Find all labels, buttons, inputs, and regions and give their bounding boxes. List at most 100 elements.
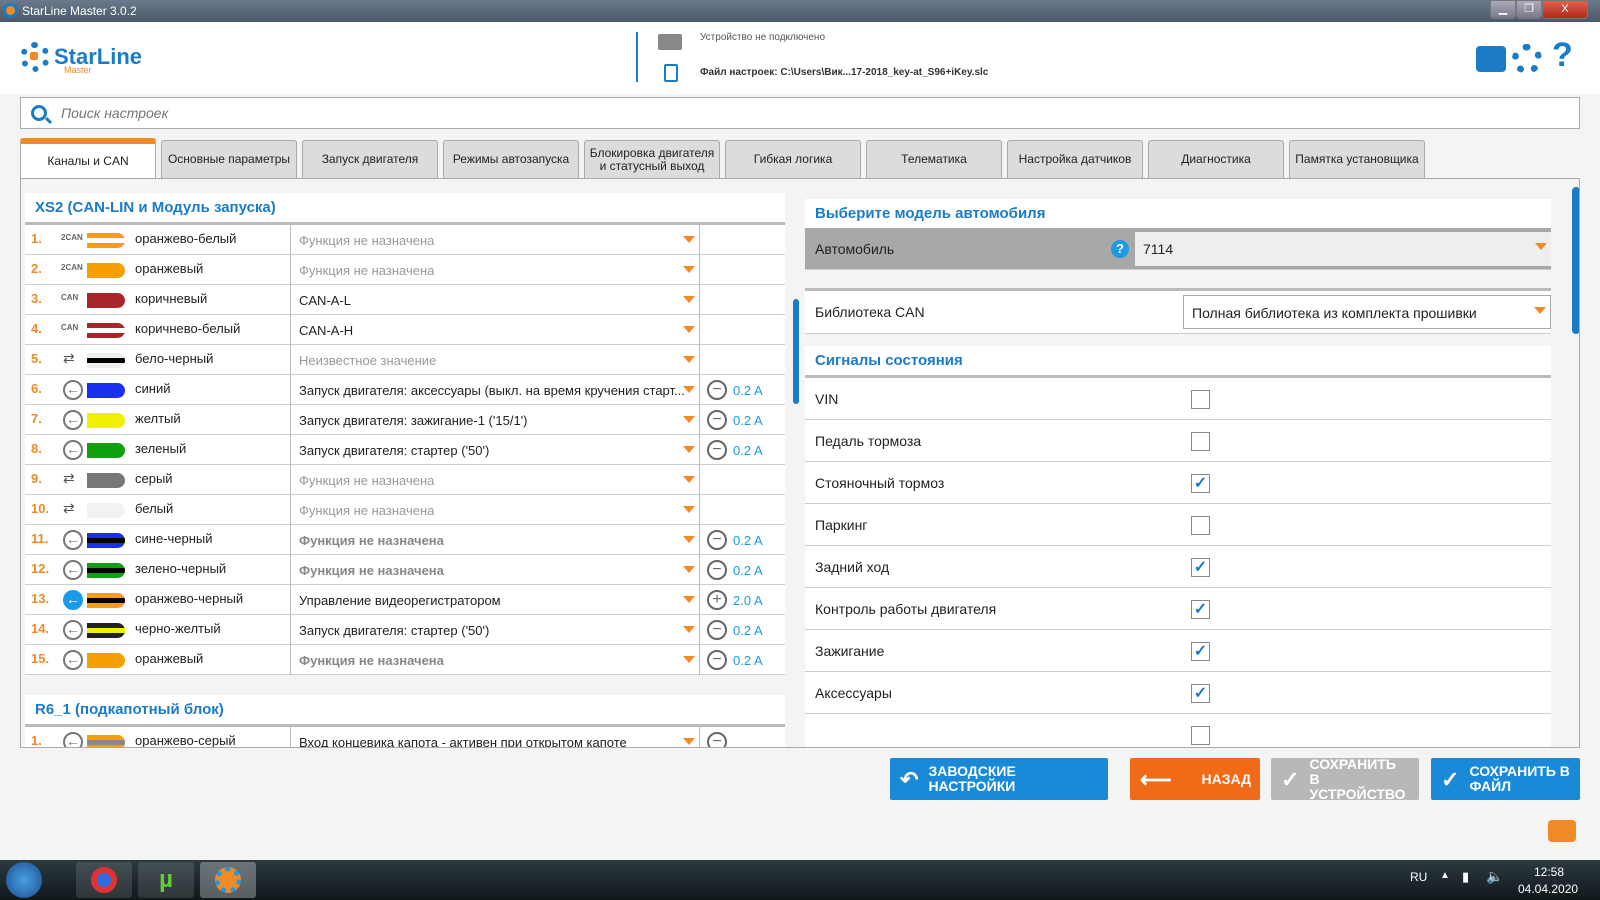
tray-expand-icon[interactable]: ▲	[1440, 870, 1450, 881]
search-input[interactable]	[61, 105, 1461, 121]
output-direction-icon[interactable]: ←	[63, 440, 83, 460]
logo-subtext: Master	[64, 65, 92, 75]
function-select[interactable]: Запуск двигателя: стартер ('50')	[290, 435, 700, 465]
output-direction-icon[interactable]: ←	[63, 620, 83, 640]
wire-stripe	[87, 740, 125, 745]
wire-name: желтый	[135, 411, 181, 426]
tab-7[interactable]: Телематика	[866, 140, 1002, 178]
row-number: 3.	[31, 291, 42, 306]
start-button[interactable]	[6, 862, 42, 898]
plus-circle-icon[interactable]: +	[707, 590, 727, 610]
minus-circle-icon[interactable]: −	[707, 410, 727, 430]
back-button[interactable]: ⟵ НАЗАД	[1130, 758, 1260, 800]
current-control[interactable]: −0.2 A	[707, 560, 763, 580]
signal-checkbox[interactable]: ✓	[1191, 474, 1210, 493]
current-control[interactable]: −0.2 A	[707, 380, 763, 400]
close-button[interactable]: X	[1542, 0, 1588, 19]
current-control[interactable]: +2.0 A	[707, 590, 763, 610]
current-control[interactable]: −0.2 A	[707, 440, 763, 460]
output-direction-icon[interactable]: ←	[63, 732, 83, 747]
gear-icon[interactable]	[1512, 44, 1542, 74]
current-control[interactable]: −0.2 A	[707, 650, 763, 670]
minus-circle-icon[interactable]: −	[707, 380, 727, 400]
function-select[interactable]: Функция не назначена	[290, 555, 700, 585]
function-select[interactable]: Функция не назначена	[290, 495, 700, 525]
right-scrollbar[interactable]	[1572, 187, 1579, 334]
function-select[interactable]: Управление видеорегистратором	[290, 585, 700, 615]
can-library-select[interactable]: Полная библиотека из комплекта прошивки	[1183, 295, 1551, 329]
function-select[interactable]: Функция не назначена	[290, 225, 700, 255]
signal-checkbox[interactable]: ✓	[1191, 600, 1210, 619]
chrome-taskbar-button[interactable]	[76, 862, 132, 898]
function-select[interactable]: Функция не назначена	[290, 525, 700, 555]
minus-circle-icon[interactable]: −	[707, 620, 727, 640]
minus-circle-icon[interactable]: −	[707, 530, 727, 550]
minus-circle-icon[interactable]: −	[707, 560, 727, 580]
minus-circle-icon[interactable]: −	[707, 440, 727, 460]
language-indicator[interactable]: RU	[1410, 870, 1427, 884]
maximize-button[interactable]: ❐	[1516, 0, 1542, 19]
save-to-file-button[interactable]: ✓ СОХРАНИТЬ В ФАЙЛ	[1431, 758, 1580, 800]
output-direction-icon[interactable]: ←	[63, 590, 83, 610]
tab-8[interactable]: Настройка датчиков	[1007, 140, 1143, 178]
signal-checkbox[interactable]: ✓	[1191, 642, 1210, 661]
minimize-button[interactable]: ▁	[1490, 0, 1516, 19]
tab-9[interactable]: Диагностика	[1148, 140, 1284, 178]
factory-settings-button[interactable]: ↶ ЗАВОДСКИЕ НАСТРОЙКИ	[890, 758, 1108, 800]
left-scrollbar[interactable]	[793, 299, 799, 404]
tab-10[interactable]: Памятка установщика	[1289, 140, 1425, 178]
signal-checkbox[interactable]	[1191, 516, 1210, 535]
current-control[interactable]: −	[707, 732, 733, 747]
save-to-device-button[interactable]: ✓ СОХРАНИТЬ В УСТРОЙСТВО	[1271, 756, 1419, 801]
minus-circle-icon[interactable]: −	[707, 650, 727, 670]
chevron-down-icon	[683, 356, 695, 363]
function-value: Запуск двигателя: аксессуары (выкл. на в…	[299, 383, 685, 398]
printer-icon[interactable]	[1476, 46, 1506, 72]
clock-time[interactable]: 12:58	[1534, 865, 1564, 879]
current-control[interactable]: −0.2 A	[707, 410, 763, 430]
help-icon[interactable]: ?	[1552, 36, 1573, 75]
file-icon	[664, 64, 678, 82]
function-select[interactable]: CAN-A-L	[290, 285, 700, 315]
current-control[interactable]: −0.2 A	[707, 620, 763, 640]
signal-checkbox[interactable]: ✓	[1191, 684, 1210, 703]
minus-circle-icon[interactable]: −	[707, 732, 727, 747]
signal-checkbox[interactable]	[1191, 432, 1210, 451]
utorrent-taskbar-button[interactable]: µ	[138, 862, 194, 898]
function-select[interactable]: Запуск двигателя: стартер ('50')	[290, 615, 700, 645]
output-direction-icon[interactable]: ←	[63, 380, 83, 400]
help-icon[interactable]: ?	[1111, 240, 1129, 258]
function-select[interactable]: Функция не назначена	[290, 645, 700, 675]
tab-2[interactable]: Основные параметры	[161, 140, 297, 178]
signal-checkbox[interactable]: ✓	[1191, 558, 1210, 577]
tab-6[interactable]: Гибкая логика	[725, 140, 861, 178]
tab-1[interactable]: Каналы и CAN	[20, 138, 156, 178]
output-direction-icon[interactable]: ←	[63, 410, 83, 430]
function-select[interactable]: Функция не назначена	[290, 255, 700, 285]
output-direction-icon[interactable]: ←	[63, 530, 83, 550]
function-select[interactable]: CAN-A-H	[290, 315, 700, 345]
tab-4[interactable]: Режимы автозапуска	[443, 140, 579, 178]
chat-icon[interactable]	[1548, 820, 1576, 842]
function-select[interactable]: Вход концевика капота - активен при откр…	[290, 727, 700, 747]
output-direction-icon[interactable]: ←	[63, 650, 83, 670]
checkbox[interactable]	[1191, 726, 1210, 745]
tab-3[interactable]: Запуск двигателя	[302, 140, 438, 178]
save-file-label: СОХРАНИТЬ В ФАЙЛ	[1469, 763, 1570, 794]
starline-taskbar-button[interactable]	[200, 862, 256, 898]
output-direction-icon[interactable]: ←	[63, 560, 83, 580]
volume-icon[interactable]: 🔈	[1486, 868, 1503, 885]
wire-name: зеленый	[135, 441, 187, 456]
signal-checkbox[interactable]	[1191, 390, 1210, 409]
starline-logo: StarLine Master	[20, 42, 142, 75]
function-select[interactable]: Неизвестное значение	[290, 345, 700, 375]
function-select[interactable]: Запуск двигателя: зажигание-1 ('15/1')	[290, 405, 700, 435]
power-icon[interactable]: ▮	[1462, 869, 1469, 885]
function-select[interactable]: Функция не назначена	[290, 465, 700, 495]
current-control[interactable]: −0.2 A	[707, 530, 763, 550]
section-heading-r6: R6_1 (подкапотный блок)	[25, 695, 785, 727]
function-select[interactable]: Запуск двигателя: аксессуары (выкл. на в…	[290, 375, 700, 405]
tab-5[interactable]: Блокировка двигателя и статусный выход	[584, 140, 720, 178]
car-model-select[interactable]: 7114	[1135, 232, 1551, 266]
clock-date[interactable]: 04.04.2020	[1518, 882, 1578, 896]
